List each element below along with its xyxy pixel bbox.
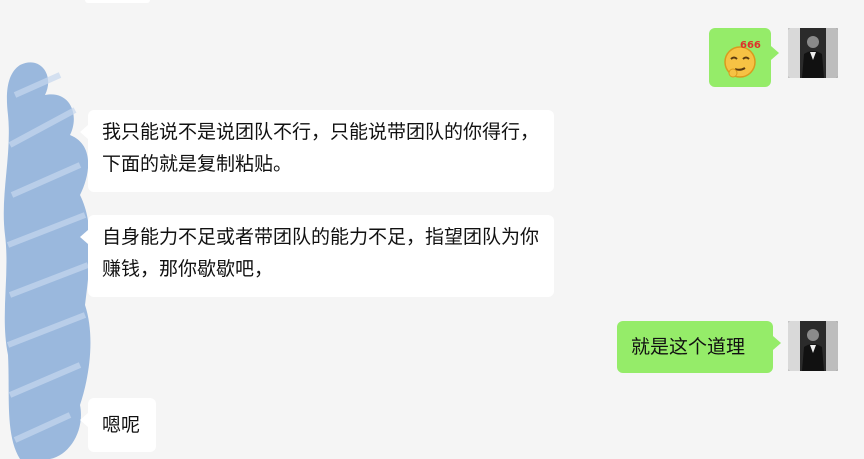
- self-avatar[interactable]: [788, 28, 838, 78]
- self-avatar[interactable]: [788, 321, 838, 371]
- message-bubble-self-emoji[interactable]: 666: [709, 28, 779, 87]
- redaction-scribble: [3, 62, 91, 459]
- message-text: 嗯呢: [102, 414, 141, 436]
- message-text: 我只能说不是说团队不行，只能说带团队的你得行，下面的就是复制粘贴。: [102, 121, 540, 175]
- message-bubble-self[interactable]: 就是这个道理: [617, 321, 781, 373]
- avatar-photo-icon: [788, 321, 838, 371]
- avatar-photo-icon: [788, 28, 838, 78]
- thinking-666-emoji-icon: 666: [724, 40, 761, 78]
- message-bubble-other[interactable]: 自身能力不足或者带团队的能力不足，指望团队为你赚钱，那你歇歇吧，: [80, 215, 554, 297]
- previous-message-bubble-edge: [85, 0, 150, 3]
- message-bubble-other[interactable]: 我只能说不是说团队不行，只能说带团队的你得行，下面的就是复制粘贴。: [80, 110, 554, 192]
- message-text: 就是这个道理: [631, 336, 746, 358]
- message-bubble-other[interactable]: 嗯呢: [80, 398, 156, 452]
- message-text: 自身能力不足或者带团队的能力不足，指望团队为你赚钱，那你歇歇吧，: [102, 226, 540, 280]
- svg-text:666: 666: [740, 40, 761, 51]
